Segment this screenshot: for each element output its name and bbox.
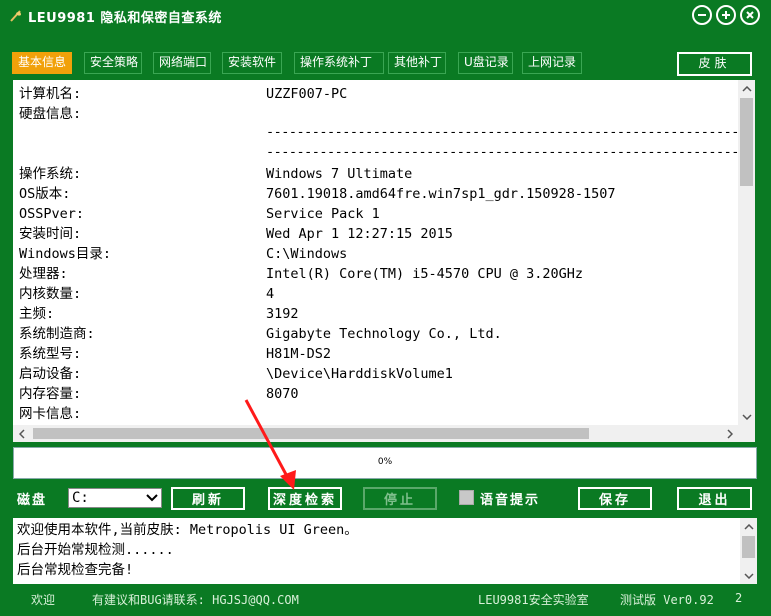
disk-separator: ----------------------------------------…: [266, 144, 739, 160]
maximize-button[interactable]: [716, 5, 736, 25]
deep-scan-button[interactable]: 深度检索: [268, 487, 342, 510]
stop-button[interactable]: 停止: [363, 487, 437, 510]
voice-label: 语音提示: [480, 493, 541, 508]
refresh-button[interactable]: 刷新: [171, 487, 245, 510]
progress-bar: 0%: [13, 447, 757, 479]
tab-web-records[interactable]: 上网记录: [522, 52, 582, 74]
chevron-down-icon: [146, 494, 158, 502]
scroll-thumb[interactable]: [742, 536, 755, 558]
disk-select-value: C:: [72, 490, 89, 506]
tab-other-patches[interactable]: 其他补丁: [388, 52, 446, 74]
disk-select[interactable]: C:: [68, 488, 162, 508]
scroll-up-icon[interactable]: [738, 80, 755, 97]
scroll-right-icon[interactable]: [721, 425, 738, 442]
status-contact: 有建议和BUG请联系: HGJSJ@QQ.COM: [92, 593, 299, 607]
tab-network-ports[interactable]: 网络端口: [153, 52, 211, 74]
progress-text: 0%: [377, 457, 393, 467]
save-button[interactable]: 保存: [578, 487, 652, 510]
skin-button[interactable]: 皮肤: [677, 52, 752, 76]
close-button[interactable]: [740, 5, 760, 25]
tab-installed-software[interactable]: 安装软件: [222, 52, 282, 74]
log-panel: 欢迎使用本软件,当前皮肤: Metropolis UI Green。 后台开始常…: [13, 518, 757, 584]
tab-basic-info[interactable]: 基本信息: [12, 52, 72, 74]
scroll-up-icon[interactable]: [740, 518, 757, 535]
minimize-button[interactable]: [692, 5, 712, 25]
scroll-down-icon[interactable]: [740, 567, 757, 584]
info-vertical-scrollbar[interactable]: [738, 80, 755, 425]
scroll-left-icon[interactable]: [13, 425, 30, 442]
status-lab: LEU9981安全实验室: [478, 593, 589, 607]
status-bar: 欢迎 有建议和BUG请联系: HGJSJ@QQ.COM LEU9981安全实验室…: [0, 588, 771, 616]
log-line: 欢迎使用本软件,当前皮肤: Metropolis UI Green。: [17, 522, 358, 538]
disk-separator: ----------------------------------------…: [266, 124, 739, 140]
tab-security-policy[interactable]: 安全策略: [84, 52, 142, 74]
scroll-thumb[interactable]: [33, 428, 589, 439]
close-icon: [746, 11, 754, 19]
app-leaf-icon: [10, 10, 21, 22]
scroll-corner: [738, 425, 755, 442]
status-welcome: 欢迎: [31, 593, 56, 607]
title-bar: LEU9981 隐私和保密自查系统: [0, 0, 771, 32]
exit-button[interactable]: 退出: [677, 487, 752, 510]
app-window: LEU9981 隐私和保密自查系统 基本信息 安全策略 网络端口 安装软件 操作…: [0, 0, 771, 616]
info-list: 计算机名: UZZF007-PC 硬盘信息: ------------------…: [19, 84, 739, 420]
window-title: LEU9981 隐私和保密自查系统: [28, 11, 222, 26]
tab-os-patches[interactable]: 操作系统补丁: [294, 52, 384, 74]
log-line: 后台常规检查完备!: [17, 562, 134, 578]
disk-label: 磁盘: [17, 493, 48, 508]
scroll-down-icon[interactable]: [738, 408, 755, 425]
status-extra: 2: [735, 591, 743, 605]
log-line: 后台开始常规检测......: [17, 542, 174, 558]
voice-checkbox[interactable]: [459, 490, 474, 505]
tab-usb-records[interactable]: U盘记录: [458, 52, 513, 74]
minus-icon: [698, 14, 706, 16]
plus-icon: [722, 11, 730, 19]
info-panel: 计算机名: UZZF007-PC 硬盘信息: ------------------…: [13, 80, 755, 442]
status-version: 测试版 Ver0.92: [620, 593, 714, 607]
log-scrollbar[interactable]: [740, 518, 757, 584]
scroll-thumb[interactable]: [740, 98, 753, 186]
info-horizontal-scrollbar[interactable]: [13, 425, 738, 442]
